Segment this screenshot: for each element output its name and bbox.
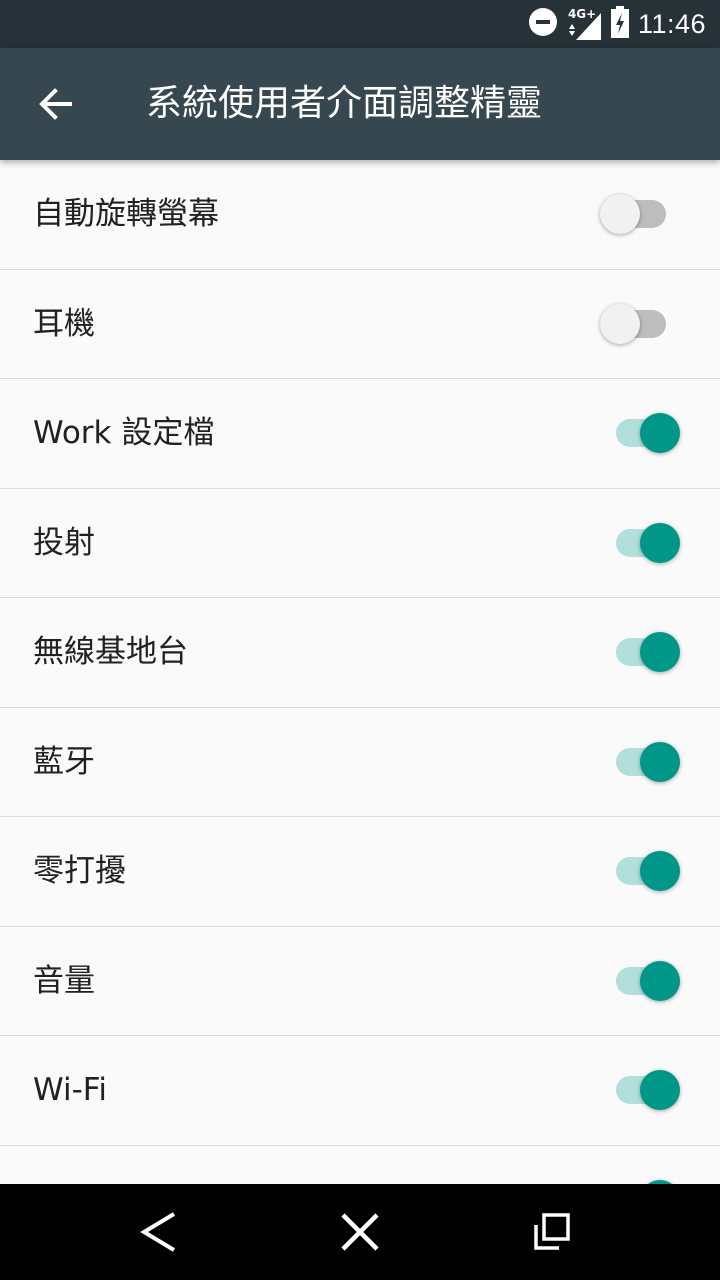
status-time: 11:46 (637, 8, 706, 39)
navigation-bar (0, 1184, 720, 1280)
toggle-thumb (600, 303, 640, 344)
nav-recents-icon[interactable] (528, 1208, 576, 1256)
settings-row[interactable]: 零打擾 (0, 817, 720, 927)
toggle-thumb (640, 632, 680, 672)
settings-row-label: 藍牙 (33, 743, 95, 780)
settings-row-label: 投射 (33, 524, 95, 561)
nav-back-icon[interactable] (136, 1208, 184, 1256)
do-not-disturb-icon (528, 7, 558, 41)
signal-icon: 4G+ (566, 7, 602, 41)
toggle-switch[interactable] (600, 521, 684, 565)
toggle-switch[interactable] (600, 1068, 684, 1112)
settings-row[interactable]: 藍牙 (0, 708, 720, 817)
settings-row-label: 音量 (33, 962, 95, 999)
toggle-thumb (640, 1070, 680, 1110)
settings-row[interactable]: Wi-Fi (0, 1036, 720, 1146)
settings-row[interactable]: 音量 (0, 927, 720, 1036)
toggle-thumb (640, 960, 680, 1001)
arrow-back-icon[interactable] (34, 82, 78, 126)
settings-row-label: 零打擾 (33, 853, 126, 889)
status-bar: 4G+ 11:46 (0, 0, 720, 48)
toggle-switch[interactable] (600, 411, 684, 455)
toggle-thumb (640, 413, 680, 453)
settings-row[interactable]: 自動旋轉螢幕 (0, 160, 720, 270)
settings-row[interactable]: 投射 (0, 489, 720, 598)
settings-row[interactable] (0, 1146, 720, 1184)
toggle-thumb (640, 741, 680, 782)
page-title: 系統使用者介面調整精靈 (146, 83, 543, 124)
toggle-switch[interactable] (600, 302, 684, 346)
app-bar: 系統使用者介面調整精靈 (0, 48, 720, 160)
toggle-switch[interactable] (600, 959, 684, 1003)
toggle-thumb (600, 194, 640, 234)
toggle-thumb (640, 522, 680, 563)
settings-list: 自動旋轉螢幕 耳機 Work 設定檔 投射無線基地台藍牙零打擾音量 Wi-Fi (0, 160, 720, 1184)
settings-row-label: Wi-Fi (33, 1072, 107, 1108)
settings-row-label: Work 設定檔 (33, 415, 215, 451)
settings-row-label: 無線基地台 (33, 634, 188, 670)
settings-row[interactable]: Work 設定檔 (0, 379, 720, 489)
toggle-switch[interactable] (600, 849, 684, 893)
status-icons: 4G+ 11:46 (528, 0, 706, 48)
settings-row-label: 自動旋轉螢幕 (33, 196, 219, 232)
battery-charging-icon (610, 6, 630, 42)
settings-row-label: 耳機 (33, 305, 95, 342)
settings-row[interactable]: 無線基地台 (0, 598, 720, 708)
toggle-thumb (640, 851, 680, 891)
toggle-switch[interactable] (600, 192, 684, 236)
settings-row[interactable]: 耳機 (0, 270, 720, 379)
toggle-switch[interactable] (600, 630, 684, 674)
nav-home-x-icon[interactable] (336, 1208, 384, 1256)
toggle-switch[interactable] (600, 740, 684, 784)
